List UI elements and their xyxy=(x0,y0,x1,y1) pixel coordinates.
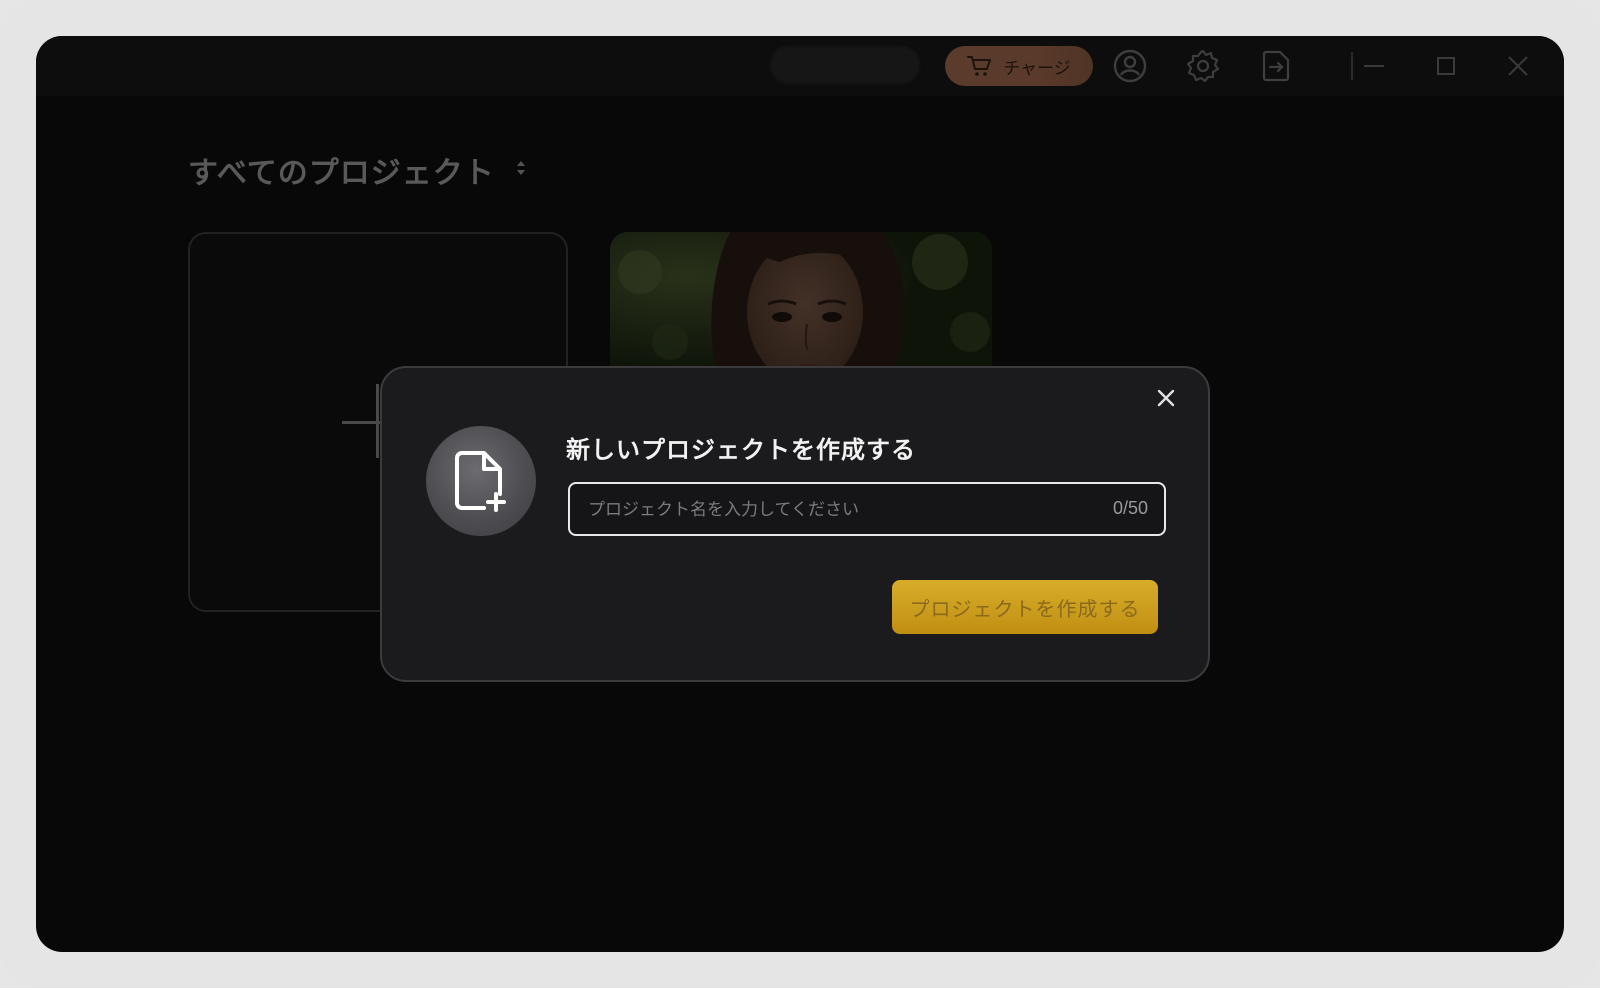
portrait-image xyxy=(610,232,992,382)
charge-button[interactable]: チャージ xyxy=(945,46,1093,86)
create-project-button[interactable]: プロジェクトを作成する xyxy=(892,580,1158,634)
dialog-close-icon[interactable] xyxy=(1154,386,1178,410)
new-file-icon-badge xyxy=(426,426,536,536)
dialog-title: 新しいプロジェクトを作成する xyxy=(566,436,916,464)
titlebar-divider xyxy=(1351,52,1353,80)
project-name-field[interactable]: 0/50 xyxy=(568,482,1166,536)
char-counter: 0/50 xyxy=(1112,498,1148,518)
project-thumbnail[interactable] xyxy=(610,232,992,382)
maximize-icon[interactable] xyxy=(1428,48,1464,84)
new-file-icon xyxy=(455,451,506,512)
device-frame: チャージ すべてのプロジェクト 新しいプロジェクトを作成する プロジェクト名を入… xyxy=(0,0,1600,988)
cart-icon xyxy=(967,56,992,76)
project-name-input[interactable] xyxy=(586,484,1080,536)
close-icon[interactable] xyxy=(1500,48,1536,84)
sort-icon[interactable] xyxy=(514,157,528,179)
create-project-dialog: 新しいプロジェクトを作成する 0/50 プロジェクトを作成する xyxy=(380,366,1210,682)
logout-icon[interactable] xyxy=(1258,48,1294,84)
title-bar: チャージ xyxy=(36,36,1564,96)
charge-label: チャージ xyxy=(1003,58,1071,79)
page-title: すべてのプロジェクト xyxy=(188,156,495,191)
minimize-icon[interactable] xyxy=(1356,48,1392,84)
settings-icon[interactable] xyxy=(1185,48,1221,84)
account-icon[interactable] xyxy=(1112,48,1148,84)
promo-pill[interactable] xyxy=(770,46,920,84)
app-window: チャージ すべてのプロジェクト 新しいプロジェクトを作成する プロジェクト名を入… xyxy=(36,36,1564,952)
